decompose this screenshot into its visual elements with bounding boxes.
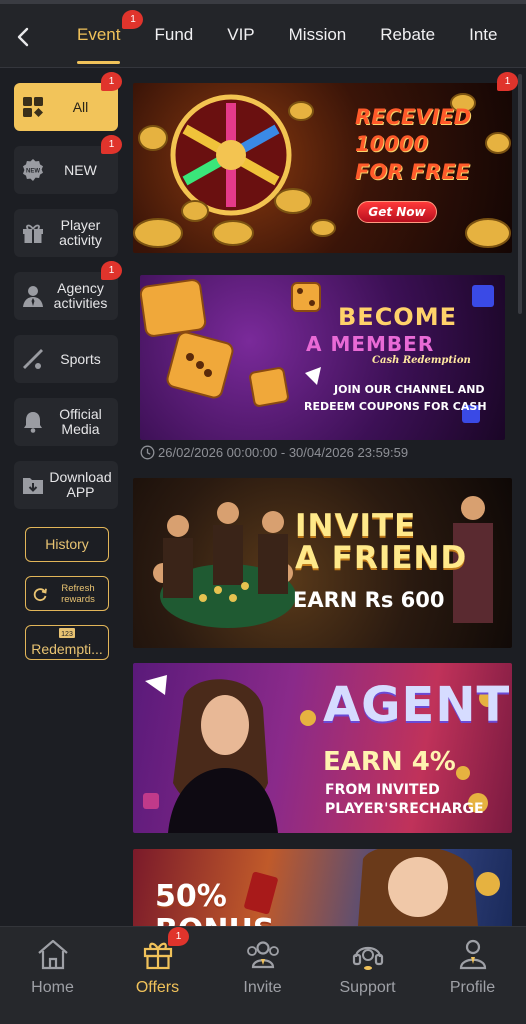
category-download-app[interactable]: Download APP: [14, 461, 118, 509]
bell-icon: [24, 412, 42, 433]
banner-headline-1: 50%: [155, 879, 227, 914]
category-new-label: NEW: [64, 161, 97, 178]
tab-fund[interactable]: Fund: [137, 4, 210, 67]
banner-agent[interactable]: AGENT EARN 4% FROM INVITED PLAYER'SRECHA…: [133, 663, 512, 833]
get-now-button[interactable]: Get Now: [357, 201, 437, 223]
category-player-activity-label: Player activity: [59, 217, 102, 248]
banner-text-2: REDEEM COUPONS FOR CASH: [304, 400, 487, 413]
banner-text-1: JOIN OUR CHANNEL AND: [334, 383, 485, 396]
banner-headline-1: BECOME: [338, 303, 457, 331]
tab-rebate-label: Rebate: [380, 25, 436, 44]
nav-support[interactable]: Support: [315, 927, 420, 1024]
notification-badge: 1: [101, 261, 122, 280]
agent-icon: [23, 286, 43, 307]
people-icon: [247, 941, 279, 969]
banner-headline-3: FOR FREE: [355, 160, 470, 184]
banner-subheadline: Cash Redemption: [372, 355, 471, 366]
home-icon: [38, 939, 68, 970]
svg-text:123: 123: [61, 631, 73, 638]
redemption-button[interactable]: 123 Redempti...: [25, 625, 109, 660]
coupon-icon: 123: [59, 628, 75, 638]
banner-receive-10000[interactable]: RECEVIED 10000 FOR FREE Get Now: [133, 83, 512, 253]
tab-event[interactable]: Event 1: [60, 4, 144, 67]
top-tab-bar: Event 1 Fund VIP Mission Rebate Inte: [0, 0, 526, 68]
category-sidebar: All 1 NEW NEW 1 Player activity Agency a…: [0, 68, 130, 926]
tab-fund-label: Fund: [154, 25, 194, 44]
banner-headline-2: 10000: [355, 132, 429, 156]
nav-home[interactable]: Home: [0, 927, 105, 1024]
banner-headline-1: INVITE: [295, 508, 417, 544]
get-now-label: Get Now: [368, 205, 426, 219]
category-sports-label: Sports: [60, 350, 101, 367]
category-agency-activities-label: Agency activities: [53, 280, 108, 311]
banner-headline-2: A FRIEND: [295, 540, 468, 576]
banner-text-1: EARN Rs 600: [293, 588, 445, 612]
refresh-rewards-label: Refresh rewards: [61, 582, 95, 605]
gift-icon: [23, 224, 43, 243]
notification-badge: 1: [101, 72, 122, 91]
svg-text:NEW: NEW: [26, 169, 40, 175]
category-download-app-label: Download APP: [49, 469, 112, 500]
scrollbar[interactable]: [518, 74, 522, 314]
tab-inte[interactable]: Inte: [452, 4, 514, 67]
category-all[interactable]: All 1: [14, 72, 122, 131]
grid-icon: [23, 97, 43, 117]
tab-event-label: Event: [77, 25, 121, 44]
banner-50-percent-bonus[interactable]: 50% BONUS: [133, 849, 512, 926]
tab-inte-label: Inte: [469, 25, 498, 44]
banner-headline-2: EARN 4%: [323, 747, 456, 777]
notification-badge: 1: [497, 72, 518, 91]
sports-icon: [23, 349, 43, 369]
event-date-text: 26/02/2026 00:00:00 - 30/04/2026 23:59:5…: [158, 444, 409, 460]
bottom-nav: Home 1 Offers Invite Support Profile: [0, 926, 526, 1024]
banner-become-member[interactable]: BECOME A MEMBER Cash Redemption JOIN OUR…: [140, 275, 505, 440]
person-icon: [459, 939, 487, 970]
banner-headline-1: AGENT: [323, 677, 511, 733]
tab-mission-label: Mission: [288, 25, 347, 44]
banner-text-1: FROM INVITED: [325, 782, 440, 798]
download-icon: [23, 478, 43, 494]
refresh-rewards-button[interactable]: Refresh rewards: [25, 576, 109, 611]
banner-headline-1: RECEVIED: [355, 105, 472, 129]
notification-badge: 1: [168, 927, 189, 946]
category-sports[interactable]: Sports: [14, 335, 118, 383]
tab-list: Event 1 Fund VIP Mission Rebate Inte: [60, 4, 514, 67]
banner-invite-friend[interactable]: INVITE A FRIEND EARN Rs 600: [133, 478, 512, 648]
notification-badge: 1: [101, 135, 122, 154]
category-official-media-label: Official Media: [59, 406, 102, 437]
category-all-label: All: [72, 98, 89, 115]
history-button[interactable]: History: [25, 527, 109, 562]
nav-profile[interactable]: Profile: [420, 927, 525, 1024]
banner-headline-2: BONUS: [155, 913, 274, 926]
back-arrow-icon[interactable]: [10, 22, 38, 52]
refresh-icon: [33, 587, 47, 601]
nav-home-label: Home: [31, 979, 74, 996]
event-date-range: 26/02/2026 00:00:00 - 30/04/2026 23:59:5…: [140, 443, 408, 461]
nav-offers-label: Offers: [135, 979, 180, 996]
nav-offers[interactable]: 1 Offers: [105, 927, 210, 1024]
nav-invite-label: Invite: [243, 979, 282, 996]
new-badge-icon: NEW: [23, 159, 43, 181]
headset-icon: [352, 946, 384, 970]
nav-invite[interactable]: Invite: [210, 927, 315, 1024]
category-player-activity[interactable]: Player activity: [14, 209, 118, 257]
banner-headline-2: A MEMBER: [306, 332, 435, 356]
tab-mission[interactable]: Mission: [272, 4, 364, 67]
tab-vip-label: VIP: [227, 25, 255, 44]
nav-support-label: Support: [339, 979, 396, 996]
redemption-label: Redempti...: [31, 641, 103, 657]
banner-text-2: PLAYER'SRECHARGE: [325, 801, 484, 817]
tab-rebate[interactable]: Rebate: [363, 4, 452, 67]
clock-icon: [140, 445, 155, 459]
tab-vip[interactable]: VIP: [210, 4, 271, 67]
history-label: History: [45, 536, 89, 552]
category-agency-activities[interactable]: Agency activities 1: [14, 261, 122, 320]
category-new[interactable]: NEW NEW 1: [14, 135, 122, 194]
nav-profile-label: Profile: [449, 979, 496, 996]
category-official-media[interactable]: Official Media: [14, 398, 118, 446]
